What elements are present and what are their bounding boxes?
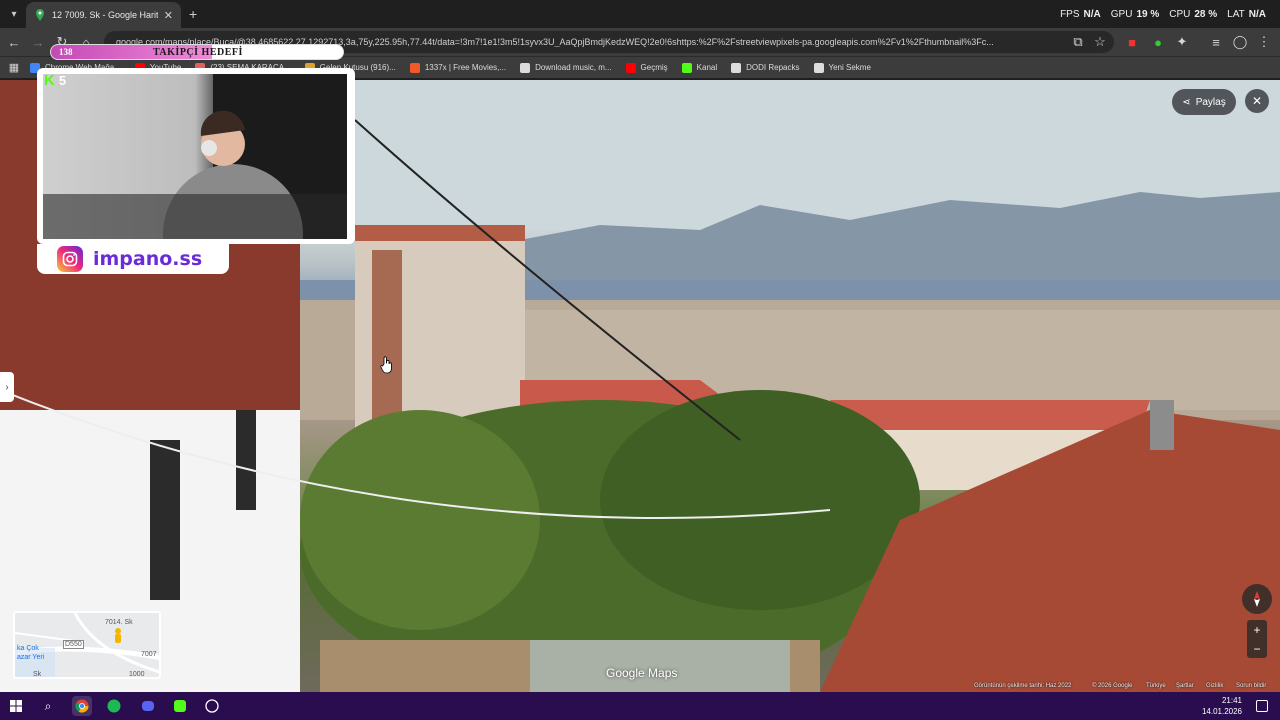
report-link[interactable]: Sorun bildir [1236, 683, 1266, 689]
extension-red-icon[interactable]: ■ [1122, 32, 1142, 52]
gpu-stat: GPU 19 % [1110, 9, 1160, 20]
download-icon [520, 62, 531, 73]
compass-icon [1254, 591, 1260, 607]
close-street-view-button[interactable]: ✕ [1245, 89, 1269, 113]
discord-icon[interactable] [138, 696, 158, 716]
x-logo-icon [409, 62, 420, 73]
tab-close-icon[interactable]: ✕ [164, 9, 173, 22]
search-icon[interactable]: ⌕ [38, 696, 58, 716]
pegman-icon [115, 628, 121, 643]
bookmark-label: Geçmiş [640, 63, 668, 72]
globe-icon [813, 62, 824, 73]
terms-link[interactable]: Şartlar [1176, 683, 1194, 689]
clock-time: 21:41 [1221, 696, 1242, 705]
hand-cursor-icon [380, 356, 392, 374]
bookmark-item[interactable]: Yeni Sekme [813, 62, 871, 73]
back-icon[interactable]: ← [4, 32, 24, 52]
forward-icon[interactable]: → [28, 32, 48, 52]
extension-shield-icon[interactable]: ● [1148, 32, 1168, 52]
compass-button[interactable] [1242, 584, 1272, 614]
kick-icon: K [44, 72, 55, 89]
clock-date: 14.01.2026 [1201, 707, 1242, 716]
instagram-banner: impano.ss [37, 244, 229, 274]
profile-icon[interactable]: ◯ [1230, 32, 1250, 52]
capture-date: Görüntünün çekilme tarihi: Haz 2022 [974, 683, 1072, 689]
cpu-stat: CPU 28 % [1169, 9, 1218, 20]
webcam-overlay [37, 68, 355, 244]
bookmark-label: Download music, m... [535, 63, 612, 72]
streamer-silhouette [43, 74, 347, 244]
apps-grid-icon[interactable]: ▦ [4, 57, 24, 77]
bookmark-item[interactable]: Geçmiş [625, 62, 668, 73]
instagram-handle: impano.ss [93, 248, 203, 270]
chrome-icon[interactable] [72, 696, 92, 716]
tab-search-button[interactable]: ▾ [5, 5, 23, 23]
privacy-link[interactable]: Gizlilik [1206, 683, 1223, 689]
bookmark-item[interactable]: DODI Repacks [731, 62, 800, 73]
windows-start-icon[interactable] [6, 696, 26, 716]
windows-taskbar: ⌕ 21:41 14.01.2026 [0, 692, 1280, 720]
kick-app-icon[interactable] [170, 696, 190, 716]
mini-map-street-label: 7014. Sk [105, 619, 133, 626]
bookmark-label: 1337x | Free Movies,... [424, 63, 507, 72]
zoom-out-button[interactable]: − [1253, 642, 1260, 656]
mini-map-d550-badge: D550 [63, 640, 84, 649]
open-in-app-icon[interactable]: ⧉ [1068, 32, 1088, 52]
lat-stat: LAT N/A [1227, 9, 1266, 20]
bookmark-label: Yeni Sekme [828, 63, 871, 72]
share-button[interactable]: ⋖ Paylaş [1172, 89, 1236, 115]
webcam-feed [43, 74, 347, 244]
steam-icon[interactable] [202, 696, 222, 716]
kick-icon [681, 62, 692, 73]
zoom-in-button[interactable]: + [1253, 623, 1260, 637]
copyright: © 2026 Google [1092, 683, 1133, 689]
notification-icon[interactable] [1256, 700, 1268, 712]
menu-kebab-icon[interactable]: ⋮ [1254, 32, 1274, 52]
globe-icon [731, 62, 742, 73]
system-clock[interactable]: 21:41 14.01.2026 [1202, 695, 1242, 717]
side-panel-toggle[interactable]: › [0, 372, 14, 402]
new-tab-button[interactable]: + [189, 6, 197, 22]
mini-map-road-1000: 1000 [129, 671, 145, 678]
close-icon: ✕ [1251, 94, 1263, 108]
share-label: Paylaş [1195, 96, 1226, 108]
spotify-icon[interactable] [104, 696, 124, 716]
country-link[interactable]: Türkiye [1146, 683, 1166, 689]
mini-map-place2: azar Yeri [17, 654, 45, 661]
kick-viewer-count: 5 [58, 73, 67, 88]
mini-map-road-7007: 7007 [141, 651, 157, 658]
performance-overlay: FPS N/A GPU 19 % CPU 28 % LAT N/A [1060, 9, 1266, 20]
media-control-icon[interactable]: ≡ [1206, 32, 1226, 52]
share-icon: ⋖ [1182, 96, 1191, 108]
tab-title: 12 7009. Sk - Google Haritalar [52, 10, 158, 20]
mini-map-sk: Sk [33, 671, 42, 678]
mini-map-place: ka Çok [17, 645, 39, 652]
zoom-control: + − [1247, 620, 1267, 658]
google-maps-watermark: Google Maps [606, 666, 678, 680]
tab-strip: ▾ 12 7009. Sk - Google Haritalar ✕ + FPS… [0, 0, 1280, 28]
instagram-icon [57, 246, 83, 272]
google-maps-icon [36, 9, 44, 21]
fps-stat: FPS N/A [1060, 9, 1101, 20]
bookmark-star-icon[interactable]: ☆ [1090, 32, 1110, 52]
youtube-icon [625, 62, 636, 73]
bookmark-item[interactable]: 1337x | Free Movies,... [409, 62, 507, 73]
kick-viewer-badge: K 5 [44, 72, 66, 89]
bookmark-item[interactable]: Download music, m... [520, 62, 612, 73]
bookmark-label: Kanal [696, 63, 718, 72]
bookmark-label: DODI Repacks [746, 63, 800, 72]
active-tab[interactable]: 12 7009. Sk - Google Haritalar ✕ [26, 2, 181, 28]
follower-goal-title: TAKİPÇİ HEDEFİ [153, 47, 243, 58]
chevron-right-icon: › [5, 381, 9, 393]
mini-map[interactable]: 7014. Sk 7007 1000 D550 ka Çok azar Yeri… [13, 611, 161, 679]
extensions-puzzle-icon[interactable]: ✦ [1172, 32, 1192, 52]
bookmark-item[interactable]: Kanal [681, 62, 718, 73]
follower-goal-bar: 138 TAKİPÇİ HEDEFİ [50, 44, 344, 60]
follower-goal-count: 138 [59, 47, 73, 57]
